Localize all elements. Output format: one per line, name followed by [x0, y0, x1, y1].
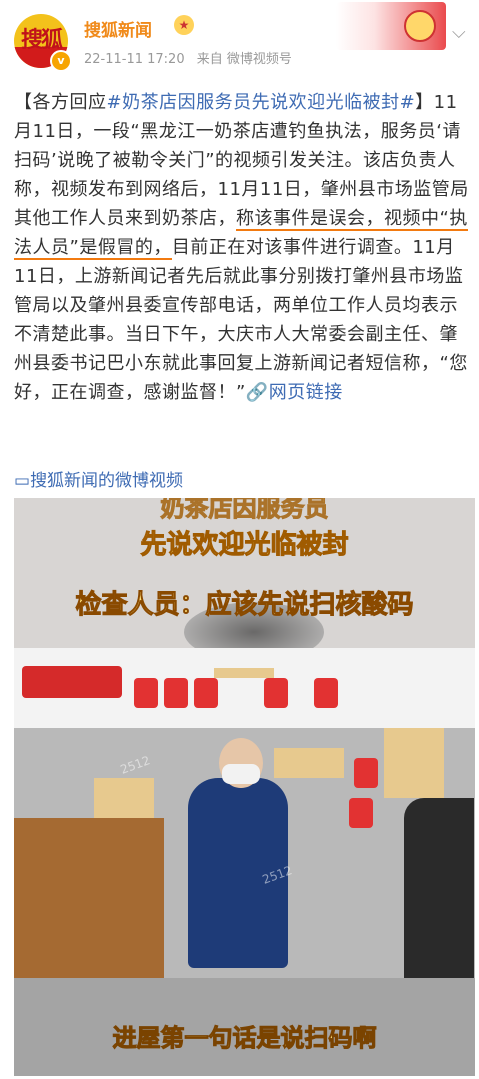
counter — [14, 818, 164, 978]
video-scene: 2512 2512 — [14, 648, 475, 988]
table — [214, 668, 274, 678]
chevron-down-icon[interactable]: ⌵ — [452, 22, 466, 43]
post-suffix: 】 — [415, 92, 434, 113]
post-timestamp: 22-11-11 17:20 — [84, 52, 185, 67]
post-header: 搜狐 v 搜狐新闻 ★ 22-11-11 17:20 来自 微博视频号 ⌵ — [0, 0, 479, 80]
web-link[interactable]: 🔗网页链接 — [246, 382, 343, 403]
video-caption-3: 检查人员：应该先说扫核酸码 — [75, 590, 414, 621]
post-source[interactable]: 来自 微博视频号 — [197, 52, 292, 67]
post-meta: 22-11-11 17:20 来自 微博视频号 — [84, 48, 300, 67]
video-caption-bottom: 进屋第一句话是说扫码啊 — [112, 1024, 377, 1053]
video-player[interactable]: 奶茶店因服务员 先说欢迎光临被封 检查人员：应该先说扫核酸码 2512 2512… — [14, 498, 475, 1076]
web-link-label: 网页链接 — [268, 382, 343, 403]
video-icon: ▭ — [14, 471, 31, 491]
table — [274, 748, 344, 778]
video-link[interactable]: ▭搜狐新闻的微博视频 — [14, 466, 183, 491]
stool — [194, 678, 218, 708]
stool — [354, 758, 378, 788]
member-badge-icon: ★ — [174, 15, 194, 35]
emblem-icon — [404, 10, 436, 42]
verified-icon: v — [50, 50, 72, 72]
face-mask — [222, 764, 260, 784]
second-person — [404, 798, 474, 978]
video-title-area: 奶茶店因服务员 先说欢迎光临被封 检查人员：应该先说扫核酸码 — [14, 498, 475, 662]
video-caption-top: 奶茶店因服务员 — [160, 498, 329, 523]
stool — [164, 678, 188, 708]
video-caption-2: 先说欢迎光临被封 — [140, 530, 349, 561]
post-prefix: 【各方回应 — [14, 92, 107, 113]
video-bottom: 进屋第一句话是说扫码啊 — [14, 978, 475, 1076]
post-body-2: 目前正在对该事件进行调查。11月11日，上游新闻记者先后就此事分别拨打肇州县市场… — [14, 237, 468, 403]
author-name[interactable]: 搜狐新闻 — [84, 16, 152, 41]
table — [94, 778, 154, 818]
red-bench — [22, 666, 122, 698]
stool — [264, 678, 288, 708]
post-text: 【各方回应#奶茶店因服务员先说欢迎光临被封#】11月11日，一段“黑龙江一奶茶店… — [14, 88, 470, 407]
header-banner — [336, 2, 446, 50]
stool — [134, 678, 158, 708]
hashtag-link[interactable]: #奶茶店因服务员先说欢迎光临被封# — [107, 92, 416, 113]
stool — [314, 678, 338, 708]
table — [384, 728, 444, 798]
stool — [349, 798, 373, 828]
link-icon: 🔗 — [245, 382, 269, 403]
video-link-label: 搜狐新闻的微博视频 — [30, 471, 184, 491]
